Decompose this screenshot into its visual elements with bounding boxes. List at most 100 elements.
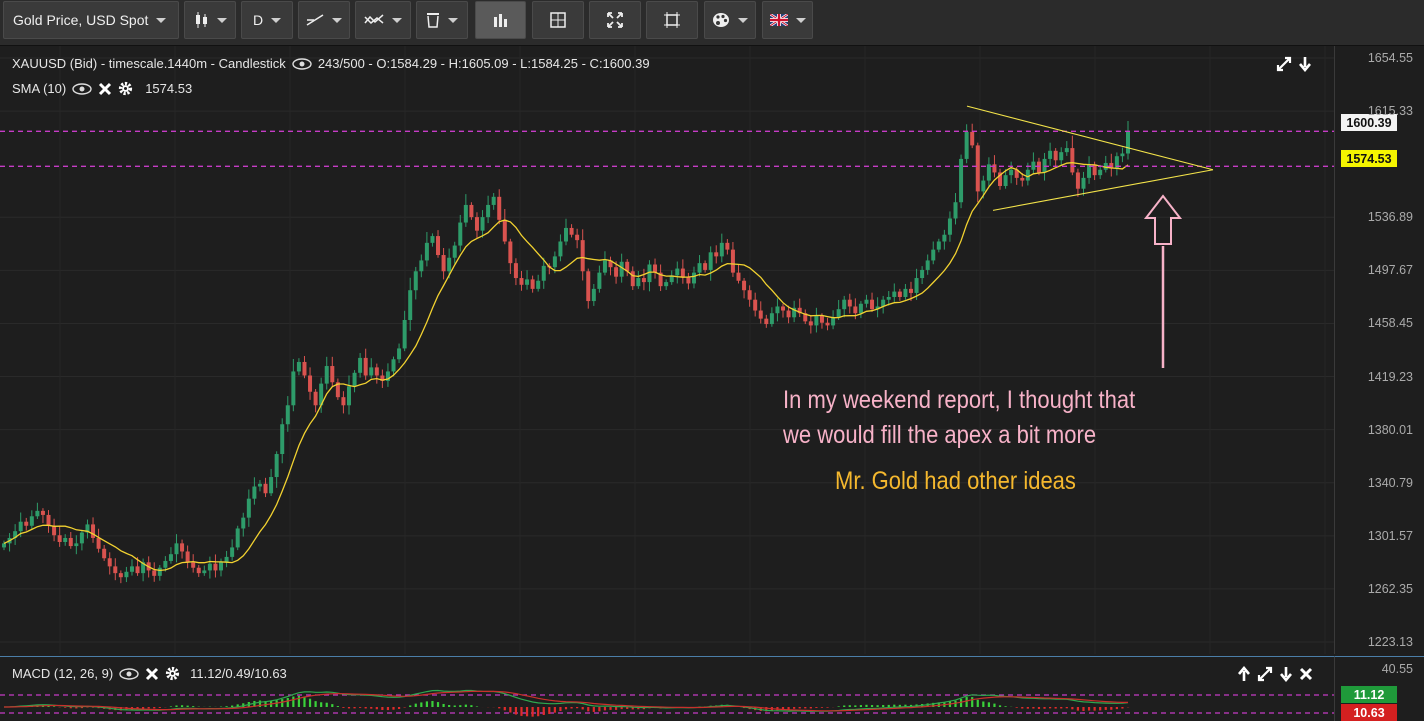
candle-body [536, 280, 541, 289]
annotation-line-1: In my weekend report, I thought that [783, 386, 1136, 414]
candle-body [296, 361, 301, 372]
chevron-down-icon [271, 17, 282, 23]
draw-line-button[interactable] [298, 1, 350, 39]
arrow-down-icon[interactable] [1279, 666, 1293, 687]
gear-icon[interactable] [118, 81, 133, 96]
candle-body [135, 566, 140, 574]
candle-body [819, 315, 824, 323]
triangle-upper-line [966, 105, 1214, 171]
close-icon[interactable] [145, 667, 159, 681]
eye-icon[interactable] [292, 57, 312, 70]
candle-body [18, 521, 23, 532]
fullscreen-button[interactable] [589, 1, 641, 39]
candle-body [24, 521, 29, 526]
gear-icon[interactable] [165, 666, 180, 681]
uk-flag-icon [769, 14, 788, 26]
chevron-down-icon [738, 17, 748, 23]
candle-body [1031, 161, 1036, 170]
candle-body [63, 537, 68, 543]
fit-screen-button[interactable] [646, 1, 698, 39]
arrow-up-icon[interactable] [1237, 665, 1251, 687]
candle-body [129, 566, 134, 572]
candle-body [1120, 153, 1125, 157]
macd-corner-controls [1237, 665, 1313, 687]
chart-type-button[interactable] [184, 1, 236, 39]
sma-legend: SMA (10) 1574.53 [12, 81, 192, 96]
candle-body [397, 348, 402, 360]
candle-body [1070, 148, 1075, 173]
indicators-button[interactable] [355, 1, 411, 39]
candle-body [302, 361, 307, 376]
candle-body [675, 268, 680, 276]
chevron-down-icon [217, 17, 227, 23]
language-button[interactable] [762, 1, 813, 39]
close-icon[interactable] [98, 82, 112, 96]
arrow-down-icon[interactable] [1298, 56, 1312, 77]
candle-body [747, 290, 752, 300]
candle-body [352, 372, 357, 387]
candle-body [541, 265, 546, 281]
candle-body [174, 543, 179, 555]
candle-body [152, 570, 157, 576]
candle-body [730, 249, 735, 273]
resize-icon[interactable] [1276, 56, 1292, 77]
bar-chart-icon [493, 14, 507, 27]
annotation-line-2: we would fill the apex a bit more [783, 421, 1097, 449]
candle-body [263, 483, 268, 494]
candle-body [525, 279, 530, 285]
eye-icon[interactable] [72, 82, 92, 95]
candle-body [447, 257, 452, 272]
candle-body [552, 256, 557, 268]
candle-body [786, 310, 791, 318]
candle-body [808, 321, 813, 326]
candle-body [330, 366, 335, 383]
candle-body [947, 218, 952, 235]
main-chart[interactable]: XAUUSD (Bid) - timescale.1440m - Candles… [0, 46, 1334, 654]
candlestick-chart[interactable] [0, 46, 1334, 654]
candle-body [57, 535, 62, 543]
chevron-down-icon [332, 17, 342, 23]
close-icon[interactable] [1299, 667, 1313, 686]
signal-value-tag: 10.63 [1341, 704, 1397, 721]
price-axis-label: 1340.79 [1367, 475, 1413, 490]
candle-body [118, 573, 123, 578]
macd-panel[interactable]: MACD (12, 26, 9) 11.12/0.49/10.63 [0, 656, 1334, 721]
candle-body [402, 320, 407, 349]
candle-body [491, 196, 496, 205]
candle-body [374, 367, 379, 376]
candle-body [157, 567, 162, 576]
candle-body [680, 268, 685, 277]
theme-button[interactable] [704, 1, 756, 39]
instrument-selector[interactable]: Gold Price, USD Spot [3, 1, 179, 39]
candle-body [241, 517, 246, 529]
candle-body [897, 291, 902, 297]
candle-body [636, 278, 641, 287]
toolbar: Gold Price, USD Spot D [0, 0, 1424, 46]
candle-body [441, 255, 446, 272]
candle-body [513, 263, 518, 279]
macd-axis: 40.55 11.12 10.63 [1334, 656, 1424, 721]
macd-legend: MACD (12, 26, 9) 11.12/0.49/10.63 [12, 666, 287, 681]
candle-body [697, 263, 702, 273]
delete-button[interactable] [416, 1, 468, 39]
candle-body [981, 180, 986, 192]
timeframe-selector[interactable]: D [241, 1, 293, 39]
macd-label: MACD (12, 26, 9) [12, 666, 114, 681]
candle-body [1081, 177, 1086, 189]
candle-body [519, 278, 524, 285]
eye-icon[interactable] [119, 667, 139, 680]
resize-icon[interactable] [1257, 666, 1273, 687]
macd-axis-label: 40.55 [1381, 662, 1413, 676]
candle-body [219, 562, 224, 571]
instrument-label: Gold Price, USD Spot [13, 12, 149, 28]
candle-body [480, 217, 485, 231]
volume-bars-button[interactable] [475, 1, 526, 39]
candle-body [419, 260, 424, 272]
candle-body [931, 249, 936, 261]
sma-value: 1574.53 [145, 81, 193, 96]
candle-body [753, 299, 758, 311]
candle-body [246, 498, 251, 518]
candle-body [235, 528, 240, 548]
crosshair-button[interactable] [532, 1, 584, 39]
candle-body [564, 227, 568, 242]
